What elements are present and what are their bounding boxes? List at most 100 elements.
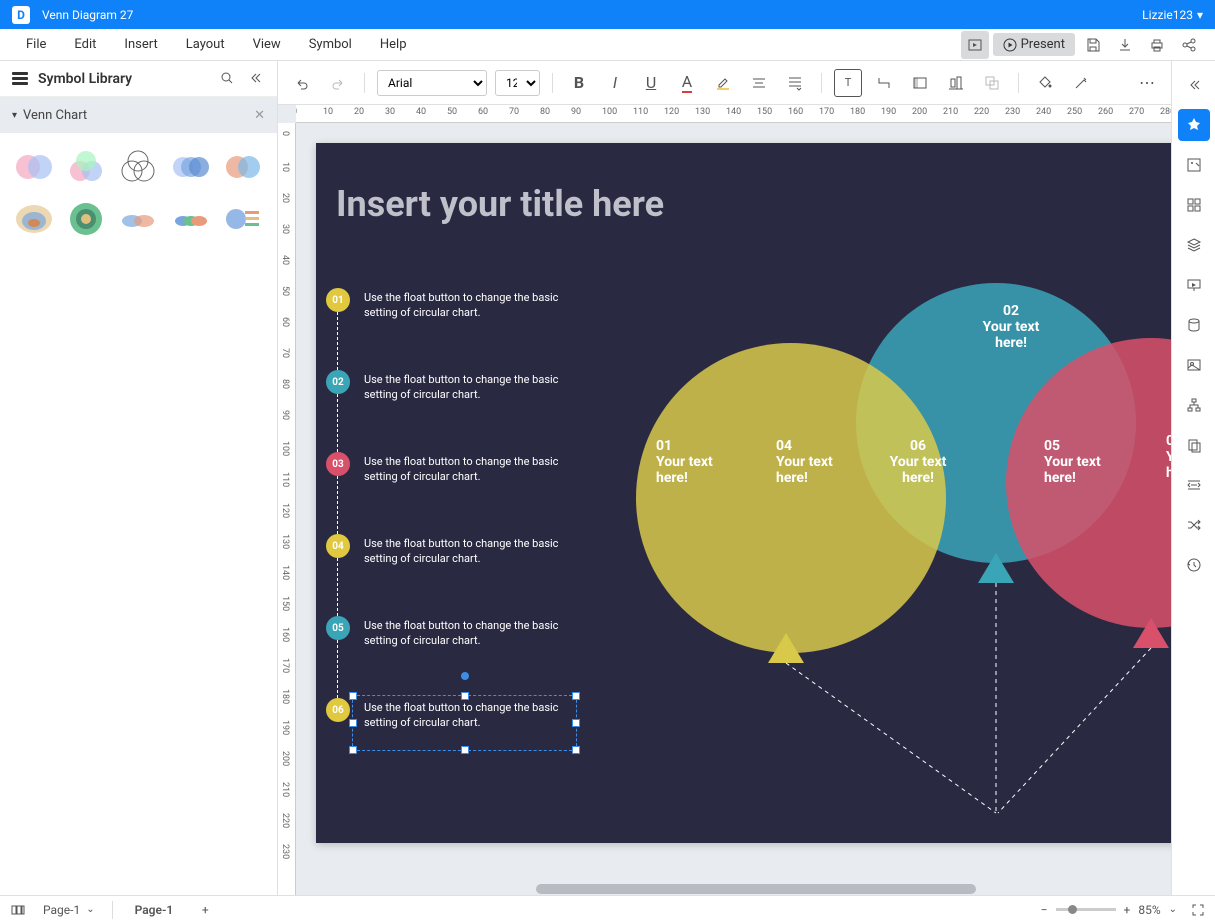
page-select[interactable]: Page-1 ⌄ (36, 900, 102, 920)
step-text[interactable]: Use the float button to change the basic… (364, 534, 564, 567)
symbol-group-header[interactable]: ▾ Venn Chart ✕ (0, 97, 277, 133)
user-menu[interactable]: Lizzie123 ▾ (1142, 8, 1203, 22)
venn-label-3[interactable]: 03Your text here! (1166, 433, 1171, 481)
resize-handle[interactable] (572, 719, 580, 727)
slideshow-button[interactable] (961, 31, 989, 59)
shuffle-panel-button[interactable] (1178, 509, 1210, 541)
zoom-out-button[interactable]: − (1041, 903, 1048, 917)
step-text[interactable]: Use the float button to change the basic… (364, 616, 564, 649)
canvas[interactable]: Insert your title here 01Use the float b… (316, 143, 1171, 843)
menu-help[interactable]: Help (366, 33, 421, 56)
collapse-icon[interactable] (247, 70, 265, 88)
venn-symbol-6[interactable] (12, 197, 56, 241)
venn-symbol-1[interactable] (12, 145, 56, 189)
layers-panel-button[interactable] (1178, 229, 1210, 261)
resize-handle[interactable] (349, 746, 357, 754)
pages-icon[interactable] (10, 902, 26, 918)
connector-button[interactable] (870, 69, 898, 97)
zoom-slider[interactable] (1056, 908, 1116, 911)
font-size-select[interactable]: 12 (495, 70, 540, 96)
menu-view[interactable]: View (239, 33, 295, 56)
rotate-handle[interactable] (461, 672, 469, 680)
align-h-button[interactable] (745, 69, 773, 97)
venn-symbol-10[interactable] (221, 197, 265, 241)
menu-symbol[interactable]: Symbol (295, 33, 366, 56)
resize-handle[interactable] (349, 692, 357, 700)
font-color-button[interactable]: A (673, 69, 701, 97)
expand-panel-button[interactable] (1178, 69, 1210, 101)
resize-handle[interactable] (572, 692, 580, 700)
undo-button[interactable] (288, 69, 316, 97)
step-text[interactable]: Use the float button to change the basic… (364, 452, 564, 485)
apps-panel-button[interactable] (1178, 189, 1210, 221)
venn-symbol-3[interactable] (116, 145, 160, 189)
print-button[interactable] (1143, 31, 1171, 59)
resize-handle[interactable] (349, 719, 357, 727)
add-page-button[interactable]: + (195, 900, 215, 920)
more-button[interactable]: ⋯ (1133, 69, 1161, 97)
venn-symbol-8[interactable] (116, 197, 160, 241)
align-objects-button[interactable] (942, 69, 970, 97)
venn-label-6[interactable]: 06Your text here! (888, 438, 948, 486)
highlight-button[interactable] (709, 69, 737, 97)
search-icon[interactable] (219, 70, 237, 88)
zoom-in-button[interactable]: + (1124, 903, 1131, 917)
hierarchy-panel-button[interactable] (1178, 389, 1210, 421)
picture-panel-button[interactable] (1178, 349, 1210, 381)
resize-handle[interactable] (572, 746, 580, 754)
page-tab[interactable]: Page-1 (123, 899, 186, 921)
italic-button[interactable]: I (601, 69, 629, 97)
scrollbar-thumb[interactable] (536, 884, 976, 894)
redo-button[interactable] (324, 69, 352, 97)
font-select[interactable]: Arial (377, 70, 487, 96)
venn-label-4[interactable]: 04Your text here! (776, 438, 866, 486)
style-panel-button[interactable] (1178, 109, 1210, 141)
canvas-title[interactable]: Insert your title here (336, 183, 664, 225)
present-panel-button[interactable] (1178, 269, 1210, 301)
venn-symbol-9[interactable] (169, 197, 213, 241)
menu-insert[interactable]: Insert (110, 33, 171, 56)
fill-button[interactable] (1031, 69, 1059, 97)
resize-handle[interactable] (461, 746, 469, 754)
clipboard-panel-button[interactable] (1178, 429, 1210, 461)
align-v-button[interactable] (781, 69, 809, 97)
close-icon[interactable]: ✕ (254, 108, 265, 123)
menu-file[interactable]: File (12, 33, 60, 56)
group-button[interactable] (978, 69, 1006, 97)
save-button[interactable] (1079, 31, 1107, 59)
underline-button[interactable]: U (637, 69, 665, 97)
step-item[interactable]: 02Use the float button to change the bas… (326, 370, 564, 452)
line-style-button[interactable] (1067, 69, 1095, 97)
step-text[interactable]: Use the float button to change the basic… (364, 288, 564, 321)
step-item[interactable]: 04Use the float button to change the bas… (326, 534, 564, 616)
step-item[interactable]: 05Use the float button to change the bas… (326, 616, 564, 698)
menu-edit[interactable]: Edit (60, 33, 110, 56)
menu-layout[interactable]: Layout (172, 33, 239, 56)
download-button[interactable] (1111, 31, 1139, 59)
venn-label-1[interactable]: 01Your text here! (656, 438, 746, 486)
venn-label-5[interactable]: 05Your text here! (1044, 438, 1134, 486)
present-button[interactable]: Present (993, 33, 1075, 56)
venn-symbol-7[interactable] (64, 197, 108, 241)
zoom-level[interactable]: 85% (1138, 903, 1160, 917)
distribute-panel-button[interactable] (1178, 469, 1210, 501)
balloon-yellow[interactable] (636, 343, 946, 653)
share-button[interactable] (1175, 31, 1203, 59)
fullscreen-button[interactable] (1191, 903, 1205, 917)
container-button[interactable] (906, 69, 934, 97)
venn-label-2[interactable]: 02Your text here! (966, 303, 1056, 351)
canvas-scroll[interactable]: Insert your title here 01Use the float b… (296, 123, 1171, 895)
image-panel-button[interactable] (1178, 149, 1210, 181)
venn-symbol-4[interactable] (169, 145, 213, 189)
resize-handle[interactable] (461, 692, 469, 700)
data-panel-button[interactable] (1178, 309, 1210, 341)
venn-symbol-2[interactable] (64, 145, 108, 189)
step-item[interactable]: 03Use the float button to change the bas… (326, 452, 564, 534)
scrollbar-horizontal[interactable] (296, 883, 1171, 895)
bold-button[interactable]: B (565, 69, 593, 97)
history-panel-button[interactable] (1178, 549, 1210, 581)
step-item[interactable]: 01Use the float button to change the bas… (326, 288, 564, 370)
venn-symbol-5[interactable] (221, 145, 265, 189)
step-text[interactable]: Use the float button to change the basic… (364, 370, 564, 403)
text-tool-button[interactable]: T (834, 69, 862, 97)
